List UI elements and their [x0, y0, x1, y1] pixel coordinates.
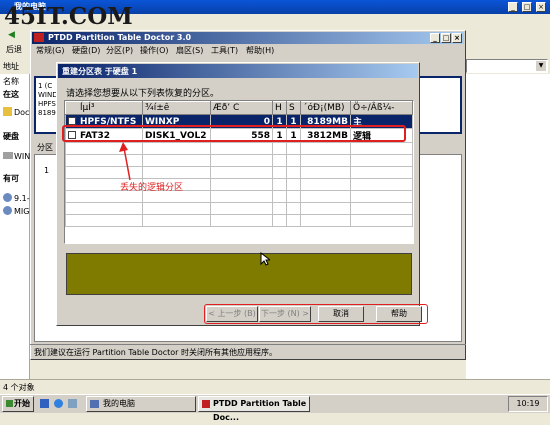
- app-logo-icon: [34, 33, 44, 42]
- annotation-label: 丢失的逻辑分区: [120, 183, 184, 193]
- chevron-down-icon[interactable]: ▼: [536, 61, 546, 71]
- watermark-logo: 45IT.COM: [4, 3, 133, 30]
- drive-icon: [3, 152, 13, 159]
- drive-icon: [3, 206, 12, 215]
- quicklaunch-desktop-icon[interactable]: [40, 399, 49, 408]
- sidebar-item[interactable]: WIN: [14, 152, 30, 161]
- col-header-fs[interactable]: ĺµÍ³: [65, 101, 143, 115]
- dialog-title: 重建分区表 于硬盘 1: [62, 67, 138, 76]
- close-button[interactable]: ×: [536, 2, 546, 12]
- details-panel: [66, 253, 412, 295]
- menu-partition[interactable]: 分区(P): [106, 45, 133, 56]
- drive-icon: [3, 193, 12, 202]
- ptdd-title-bar: PTDD Partition Table Doctor 3.0 _ □ ×: [32, 32, 464, 44]
- system-clock[interactable]: 10:19: [508, 396, 548, 412]
- col-header-sector[interactable]: S: [286, 101, 301, 115]
- disk-map-text: 1 (C WIND HPFS 8189: [38, 82, 58, 117]
- col-header-type[interactable]: Ö÷/Âß¼-: [350, 101, 413, 115]
- menu-general[interactable]: 常规(G): [36, 45, 64, 56]
- menu-help[interactable]: 帮助(H): [246, 45, 274, 56]
- app-close-button[interactable]: ×: [452, 33, 462, 43]
- back-button[interactable]: ◀: [4, 30, 26, 44]
- highlight-box: [62, 125, 406, 142]
- sidebar-item[interactable]: Doc: [14, 108, 29, 117]
- col-header-cylinder[interactable]: Æðʼ C: [210, 101, 273, 115]
- sidebar-item[interactable]: MIG: [14, 207, 29, 216]
- taskbar-item-mycomputer[interactable]: 我的电脑: [86, 396, 196, 412]
- sidebar-item[interactable]: 在这: [3, 89, 19, 100]
- sidebar-item[interactable]: 9.1-: [14, 194, 30, 203]
- taskbar: 开始 我的电脑 PTDD Partition Table Doc... 10:1…: [0, 394, 550, 422]
- sidebar-item[interactable]: 硬盘: [3, 131, 19, 142]
- quicklaunch-explorer-icon[interactable]: [68, 399, 77, 408]
- explorer-right-pane: [466, 74, 550, 379]
- dialog-instruction: 请选择您想要从以下列表恢复的分区。: [66, 89, 220, 99]
- menu-tools[interactable]: 工具(T): [211, 45, 238, 56]
- dialog-title-bar: 重建分区表 于硬盘 1: [58, 64, 418, 78]
- taskbar-item-ptdd[interactable]: PTDD Partition Table Doc...: [198, 396, 310, 422]
- address-bar[interactable]: ▼: [466, 59, 548, 73]
- col-header-head[interactable]: H: [272, 101, 287, 115]
- app-logo-icon: [202, 400, 210, 408]
- ptdd-title: PTDD Partition Table Doctor 3.0: [48, 33, 192, 42]
- mouse-cursor-icon: [260, 252, 270, 266]
- annotation-arrow-icon: [119, 142, 131, 181]
- windows-logo-icon: [6, 400, 13, 407]
- col-header-size[interactable]: ´óÐ¡(MB): [300, 101, 351, 115]
- folder-icon: [3, 107, 12, 116]
- buttons-highlight-box: [204, 304, 428, 324]
- menu-disk[interactable]: 硬盘(D): [72, 45, 100, 56]
- column-header-name[interactable]: 名称: [3, 76, 19, 87]
- back-label: 后退: [6, 45, 22, 54]
- menu-sector[interactable]: 扇区(S): [176, 45, 203, 56]
- quicklaunch-ie-icon[interactable]: [54, 399, 63, 408]
- row-checkbox[interactable]: [68, 117, 76, 125]
- address-label: 地址: [3, 62, 19, 71]
- row-number: 1: [44, 166, 50, 175]
- app-status-bar: 我们建议在运行 Partition Table Doctor 时关闭所有其他应用…: [30, 344, 466, 359]
- start-button[interactable]: 开始: [2, 396, 34, 412]
- app-menu-bar: 常规(G) 硬盘(D) 分区(P) 操作(O) 扇区(S) 工具(T) 帮助(H…: [34, 45, 462, 57]
- explorer-status-bar: 4 个对象: [0, 379, 550, 394]
- app-minimize-button[interactable]: _: [430, 33, 440, 43]
- app-maximize-button[interactable]: □: [441, 33, 451, 43]
- col-header-label[interactable]: ¾í±ê: [142, 101, 211, 115]
- sidebar-item[interactable]: 有可: [3, 173, 19, 184]
- computer-icon: [90, 400, 99, 408]
- menu-operation[interactable]: 操作(O): [140, 45, 169, 56]
- partition-tab[interactable]: 分区: [37, 142, 53, 153]
- back-arrow-icon: ◀: [8, 30, 15, 40]
- explorer-sidebar: [0, 74, 30, 379]
- maximize-button[interactable]: □: [522, 2, 532, 12]
- minimize-button[interactable]: _: [508, 2, 518, 12]
